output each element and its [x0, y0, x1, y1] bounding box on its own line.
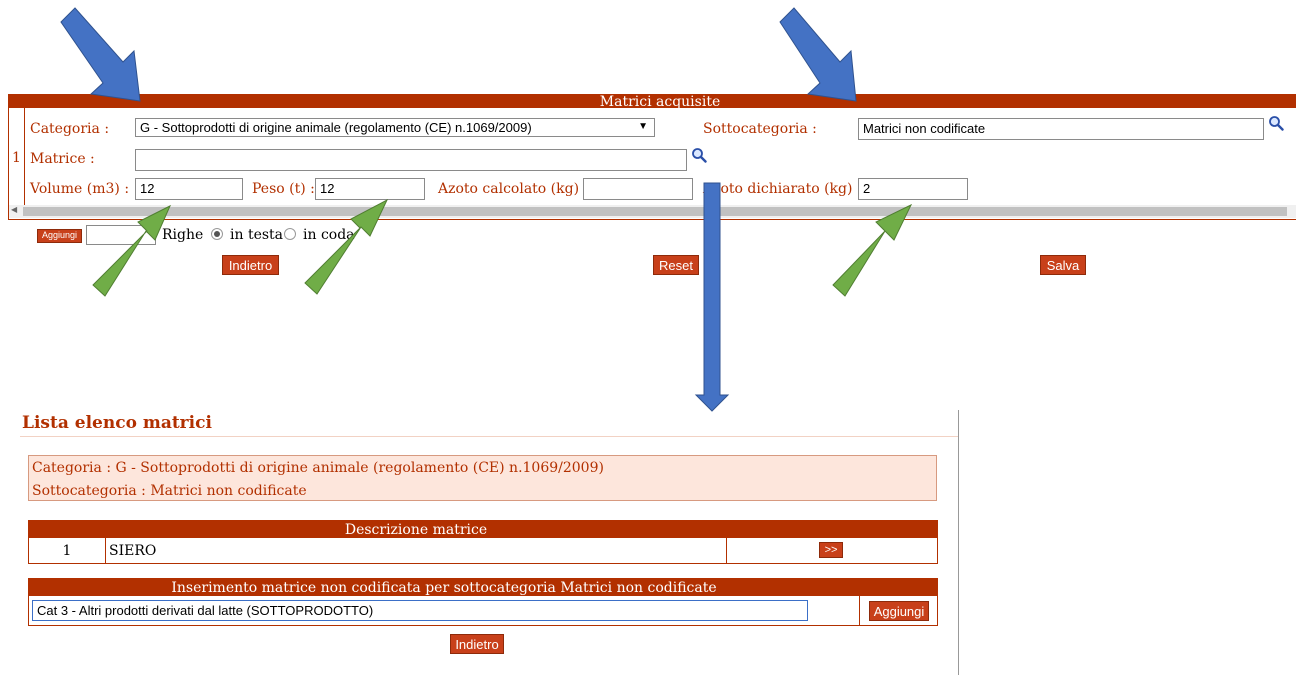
inserimento-aggiungi-button[interactable]: Aggiungi — [869, 601, 929, 621]
categoria-label: Categoria : — [30, 121, 110, 137]
panel-rownum-divider — [24, 108, 25, 208]
info-sottocategoria: Sottocategoria : Matrici non codificate — [32, 483, 307, 499]
inserimento-field[interactable]: Cat 3 - Altri prodotti derivati dal latt… — [32, 600, 808, 621]
sottocategoria-label: Sottocategoria : — [703, 121, 817, 137]
salva-button[interactable]: Salva — [1040, 255, 1086, 275]
matrice-label: Matrice : — [30, 151, 95, 167]
lista-info-box: Categoria : G - Sottoprodotti di origine… — [28, 455, 937, 501]
info-categoria: Categoria : G - Sottoprodotti di origine… — [32, 460, 604, 476]
matrici-acquisite-title: Matrici acquisite — [599, 94, 721, 110]
inserimento-header-label: Inserimento matrice non codificata per s… — [171, 580, 717, 596]
peso-field[interactable]: 12 — [315, 178, 425, 200]
scrollbar-thumb[interactable] — [23, 207, 1287, 216]
panel-bottom-border — [8, 219, 1296, 220]
lista-panel-divider — [958, 410, 959, 675]
select-row-button[interactable]: >> — [819, 542, 843, 558]
azoto-dichiarato-field[interactable]: 2 — [858, 178, 968, 200]
categoria-select-value: G - Sottoprodotti di origine animale (re… — [140, 120, 532, 135]
horizontal-scrollbar[interactable]: ◀ — [9, 205, 1296, 218]
volume-label: Volume (m3) : — [30, 181, 130, 197]
radio-in-testa-label: in testa — [230, 227, 284, 243]
volume-field[interactable]: 12 — [135, 178, 243, 200]
peso-label: Peso (t) : — [252, 181, 315, 197]
row-desc-cell: SIERO — [109, 543, 157, 559]
chevron-down-icon: ▼ — [638, 121, 648, 132]
categoria-select[interactable]: G - Sottoprodotti di origine animale (re… — [135, 118, 655, 137]
search-icon[interactable] — [691, 147, 707, 163]
panel-left-border — [8, 94, 9, 220]
inserimento-divider — [859, 579, 860, 625]
lista-indietro-button[interactable]: Indietro — [450, 634, 504, 654]
radio-in-coda[interactable] — [284, 228, 296, 240]
aggiungi-righe-button[interactable]: Aggiungi — [37, 229, 82, 243]
azoto-calcolato-field[interactable] — [583, 178, 693, 200]
azoto-calcolato-label: Azoto calcolato (kg) : — [438, 181, 589, 197]
radio-in-testa[interactable] — [211, 228, 223, 240]
righe-label: Righe — [162, 227, 204, 243]
indietro-button[interactable]: Indietro — [222, 255, 279, 275]
lista-title: Lista elenco matrici — [22, 413, 212, 433]
lista-title-underline — [20, 436, 958, 437]
matrici-table: Descrizione matrice 1 SIERO >> — [28, 520, 938, 564]
green-arrow-icon — [832, 203, 913, 297]
table-row: 1 SIERO >> — [29, 539, 937, 563]
table-header-descrizione: Descrizione matrice — [344, 522, 488, 538]
azoto-dichiarato-label: Azoto dichiarato (kg) : — [703, 181, 862, 197]
row-number: 1 — [12, 150, 21, 166]
sottocategoria-field[interactable]: Matrici non codificate — [858, 118, 1264, 140]
radio-dot-icon — [214, 231, 220, 237]
matrice-field[interactable] — [135, 149, 687, 171]
search-icon[interactable] — [1268, 115, 1284, 131]
scroll-left-icon[interactable]: ◀ — [11, 205, 17, 214]
inserimento-table: Inserimento matrice non codificata per s… — [28, 578, 938, 626]
reset-button[interactable]: Reset — [653, 255, 699, 275]
row-num-cell: 1 — [62, 543, 72, 559]
